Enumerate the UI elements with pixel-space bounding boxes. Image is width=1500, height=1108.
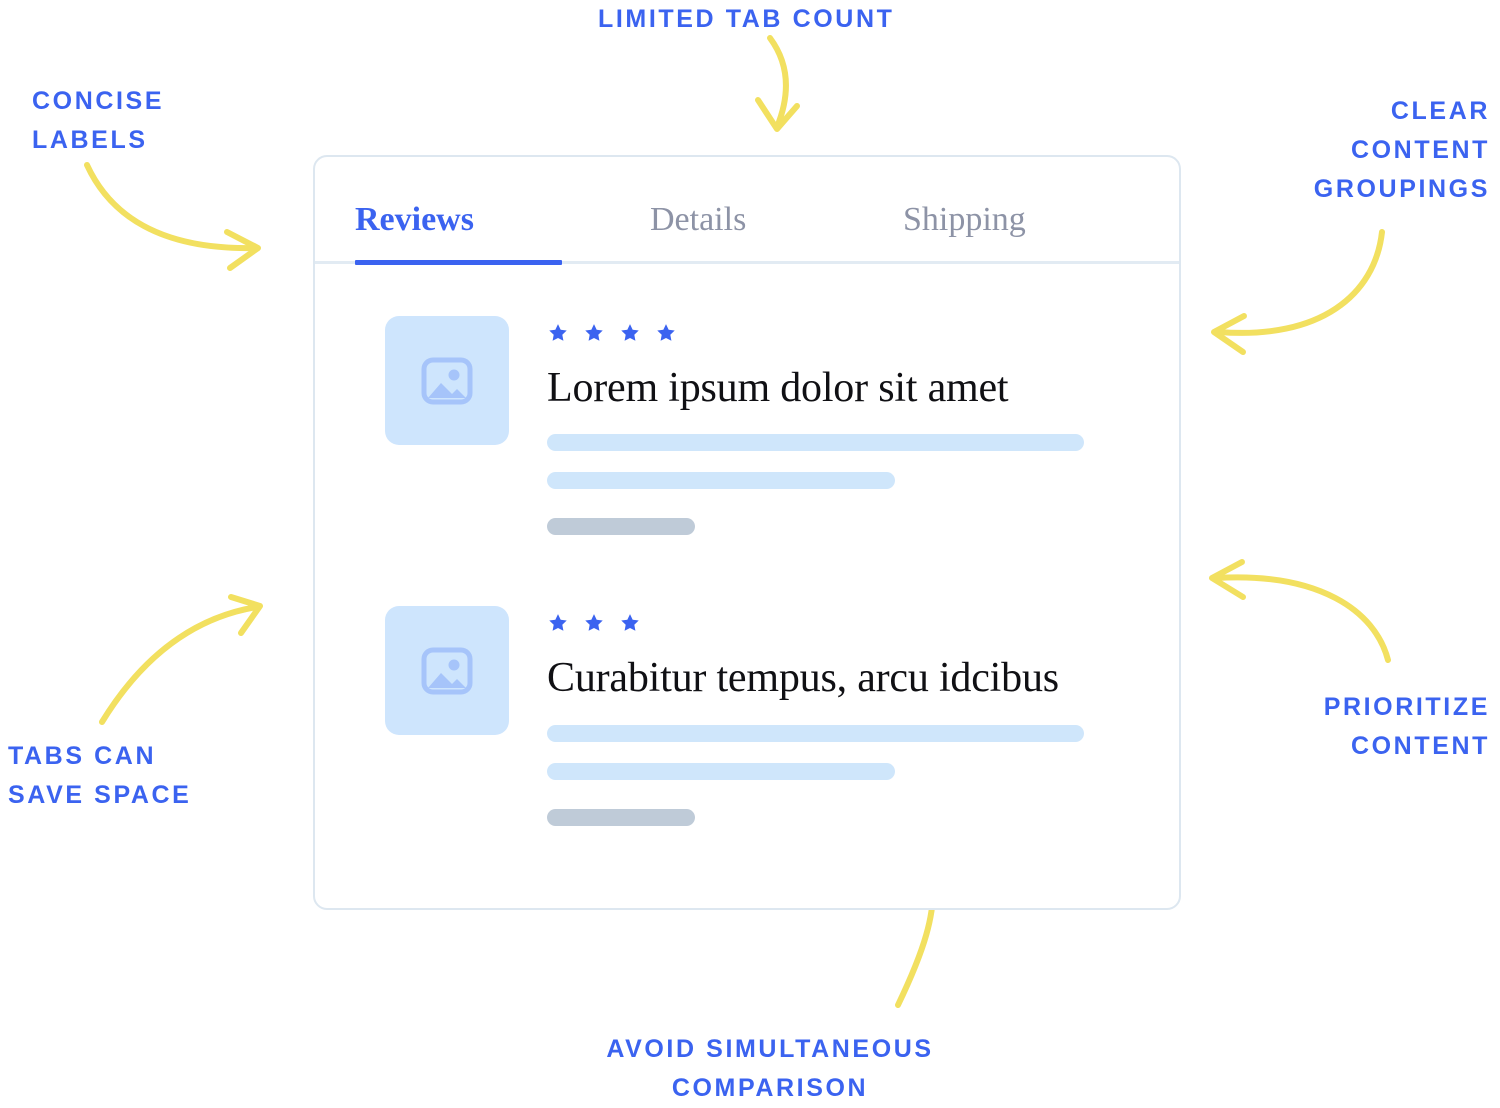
placeholder-bar bbox=[547, 434, 1084, 452]
annotation-tabs-can-save-space: TABS CAN SAVE SPACE bbox=[8, 742, 192, 809]
star-rating bbox=[547, 320, 1179, 346]
image-placeholder-icon bbox=[421, 357, 473, 404]
review-list: Lorem ipsum dolor sit amet Curabitur tem… bbox=[315, 264, 1179, 826]
star-icon bbox=[585, 614, 603, 632]
annotation-avoid-simultaneous-comparison: AVOID SIMULTANEOUS COMPARISON bbox=[606, 1035, 934, 1102]
review-body: Lorem ipsum dolor sit amet bbox=[547, 316, 1179, 536]
annotation-clear-content-groupings: CLEAR CONTENT GROUPINGS bbox=[1313, 97, 1490, 203]
placeholder-bar-meta bbox=[547, 808, 695, 826]
arrow-clear-content-groupings bbox=[1211, 229, 1385, 355]
star-icon bbox=[621, 324, 639, 341]
star-rating bbox=[547, 610, 1179, 636]
placeholder-bar bbox=[547, 762, 895, 780]
tabbed-content-card: Reviews Details Shipping Lorem ipsum dol… bbox=[313, 155, 1181, 910]
review-text-placeholder bbox=[547, 434, 1179, 536]
arrow-tabs-can-save-space bbox=[99, 594, 263, 725]
arrow-limited-tab-count bbox=[755, 35, 800, 132]
review-title: Curabitur tempus, arcu idcibus bbox=[547, 655, 1059, 702]
review-text-placeholder bbox=[547, 724, 1179, 826]
placeholder-bar bbox=[547, 724, 1084, 742]
placeholder-bar-meta bbox=[547, 518, 695, 536]
tab-bar: Reviews Details Shipping bbox=[315, 157, 1179, 265]
star-icon bbox=[621, 614, 639, 632]
review-thumbnail bbox=[385, 606, 509, 736]
star-icon bbox=[549, 324, 567, 341]
placeholder-bar bbox=[547, 472, 895, 490]
annotation-prioritize-content: PRIORITIZE CONTENT bbox=[1323, 693, 1490, 760]
review-thumbnail bbox=[385, 316, 509, 445]
review-item: Lorem ipsum dolor sit amet bbox=[315, 316, 1179, 536]
arrow-prioritize-content bbox=[1209, 559, 1391, 663]
tab-details[interactable]: Details bbox=[650, 201, 746, 239]
annotation-limited-tab-count: LIMITED TAB COUNT bbox=[598, 5, 895, 33]
review-item: Curabitur tempus, arcu idcibus bbox=[315, 606, 1179, 826]
star-icon bbox=[549, 614, 567, 632]
star-icon bbox=[657, 324, 675, 341]
star-icon bbox=[585, 324, 603, 341]
active-tab-indicator bbox=[355, 260, 562, 265]
tab-shipping[interactable]: Shipping bbox=[903, 201, 1026, 239]
image-placeholder-icon bbox=[421, 647, 473, 695]
arrow-concise-labels bbox=[84, 162, 261, 271]
tab-reviews[interactable]: Reviews bbox=[355, 201, 474, 239]
annotation-concise-labels: CONCISE LABELS bbox=[32, 87, 165, 154]
review-body: Curabitur tempus, arcu idcibus bbox=[547, 606, 1179, 826]
review-title: Lorem ipsum dolor sit amet bbox=[547, 365, 1009, 411]
